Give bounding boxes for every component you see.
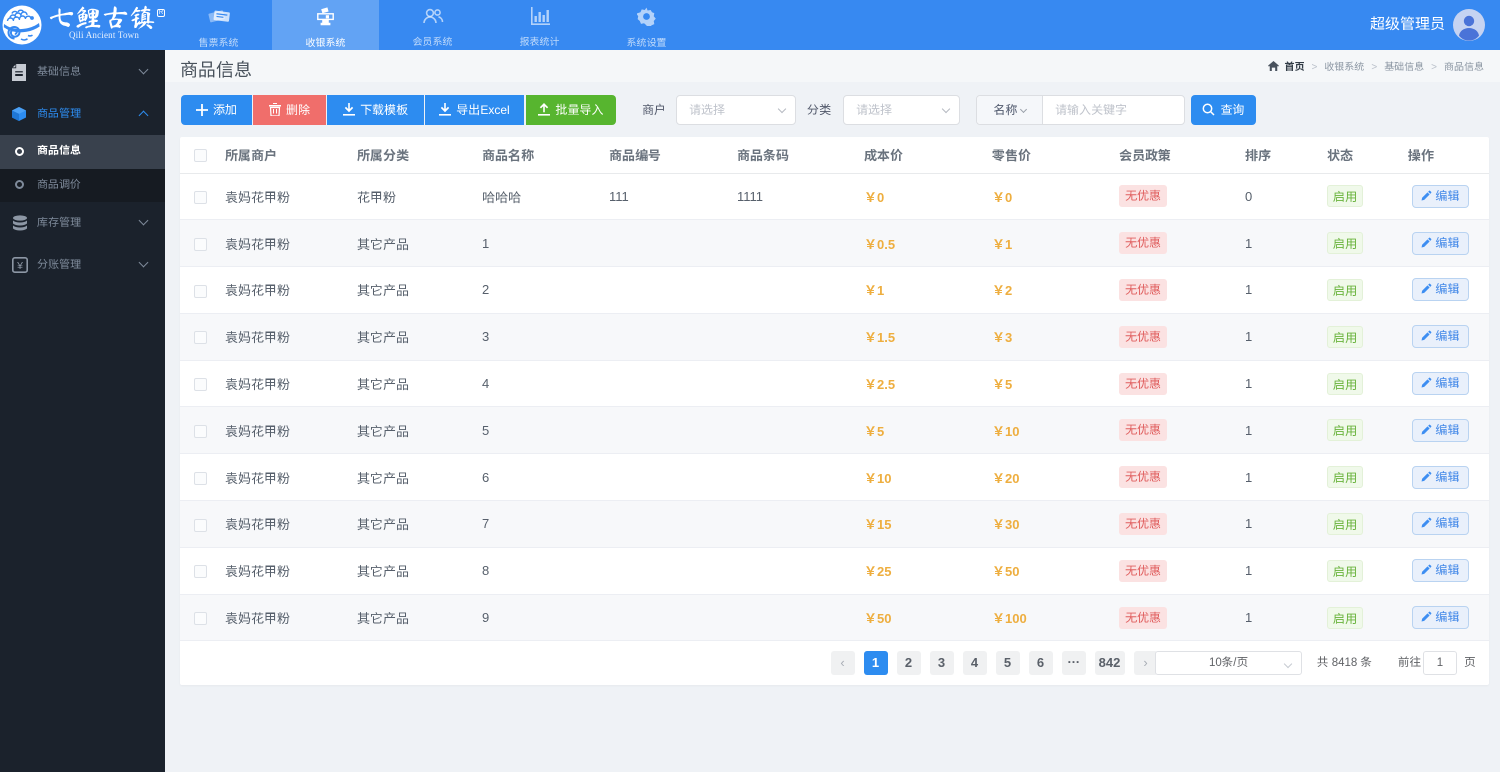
svg-text:¥: ¥ [16,260,23,272]
